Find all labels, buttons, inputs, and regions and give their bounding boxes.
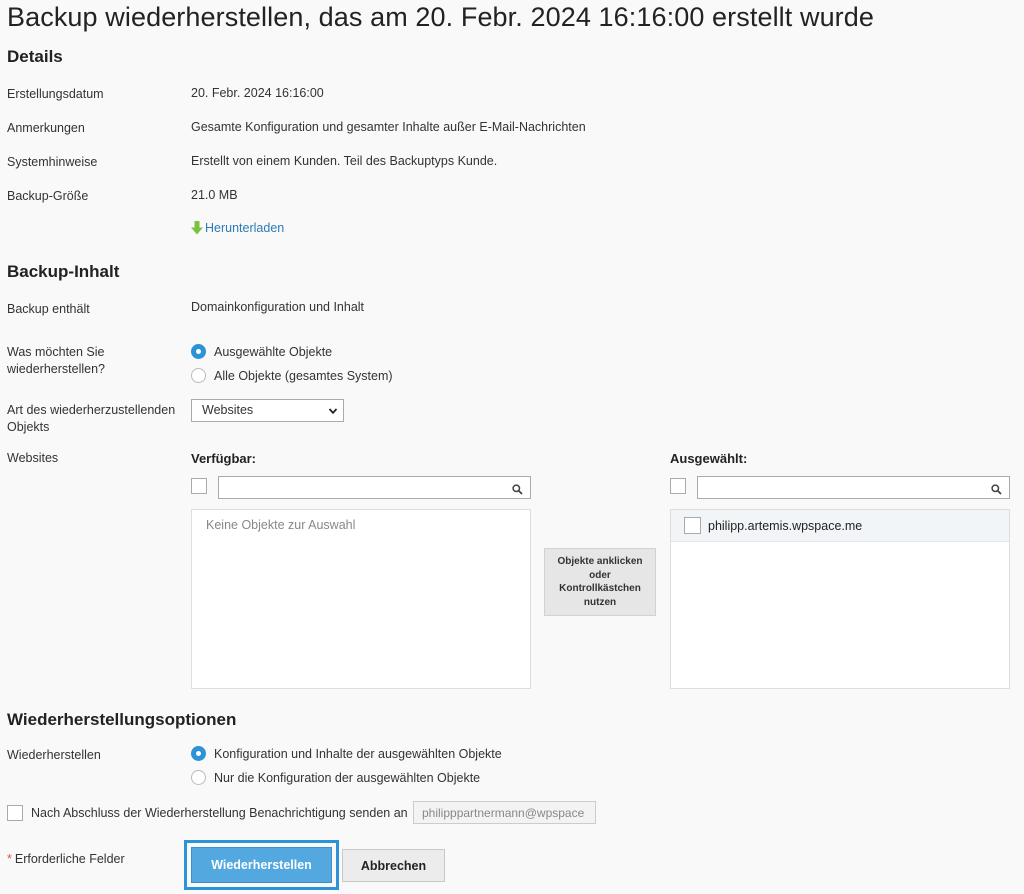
backup-size-value: 21.0 MB <box>191 188 238 202</box>
radio-button[interactable] <box>191 746 206 761</box>
notify-label: Nach Abschluss der Wiederherstellung Ben… <box>31 806 408 820</box>
available-empty-text: Keine Objekte zur Auswahl <box>206 518 356 532</box>
system-notes-value: Erstellt von einem Kunden. Teil des Back… <box>191 154 498 168</box>
item-label: philipp.artemis.wpspace.me <box>708 518 863 533</box>
cancel-button[interactable]: Abbrechen <box>342 849 445 882</box>
radio-button[interactable] <box>191 770 206 785</box>
restore-all-objects-radio[interactable]: Alle Objekte (gesamtes System) <box>191 368 393 383</box>
backup-content-heading: Backup-Inhalt <box>7 262 120 281</box>
backup-contains-label: Backup enthält <box>7 302 90 316</box>
notify-email-field[interactable]: philipppartnermann@wpspace <box>413 801 596 824</box>
object-type-value: Websites <box>202 403 254 417</box>
selected-search-input[interactable] <box>697 476 1010 499</box>
radio-label: Alle Objekte (gesamtes System) <box>214 368 393 383</box>
move-objects-button[interactable]: Objekte anklicken oder Kontrollkästchen … <box>544 548 656 616</box>
backup-contains-value: Domainkonfiguration und Inhalt <box>191 300 365 314</box>
radio-button[interactable] <box>191 368 206 383</box>
radio-label: Nur die Konfiguration der ausgewählten O… <box>214 770 481 785</box>
download-arrow-icon <box>191 221 203 235</box>
restore-label: Wiederherstellen <box>7 748 101 762</box>
download-link[interactable]: Herunterladen <box>191 221 284 235</box>
notes-label: Anmerkungen <box>7 121 85 135</box>
page-title: Backup wiederherstellen, das am 20. Febr… <box>7 2 875 32</box>
restore-config-and-content-radio[interactable]: Konfiguration und Inhalte der ausgewählt… <box>191 746 502 761</box>
available-list[interactable]: Keine Objekte zur Auswahl <box>191 509 531 689</box>
download-label: Herunterladen <box>205 221 285 235</box>
available-heading: Verfügbar: <box>191 451 257 466</box>
selected-select-all-checkbox[interactable] <box>670 478 686 494</box>
required-text: Erforderliche Felder <box>14 852 125 866</box>
restore-config-only-radio[interactable]: Nur die Konfiguration der ausgewählten O… <box>191 770 480 785</box>
selected-heading: Ausgewählt: <box>670 451 748 466</box>
notes-value: Gesamte Konfiguration und gesamter Inhal… <box>191 120 586 134</box>
restore-what-label: Was möchten Sie wiederherstellen? <box>7 345 105 376</box>
radio-button[interactable] <box>191 344 206 359</box>
restore-selected-objects-radio[interactable]: Ausgewählte Objekte <box>191 344 332 359</box>
available-select-all-checkbox[interactable] <box>191 478 207 494</box>
search-icon <box>991 482 1002 495</box>
creation-date-value: 20. Febr. 2024 16:16:00 <box>191 86 324 100</box>
system-notes-label: Systemhinweise <box>7 155 98 169</box>
object-type-select[interactable]: Websites <box>191 399 344 422</box>
backup-size-label: Backup-Größe <box>7 189 89 203</box>
websites-label: Websites <box>7 451 59 465</box>
available-search-input[interactable] <box>218 476 531 499</box>
required-star: * <box>7 852 12 866</box>
details-heading: Details <box>7 47 63 66</box>
search-icon <box>512 482 523 495</box>
radio-label: Ausgewählte Objekte <box>214 344 333 359</box>
item-checkbox[interactable] <box>684 517 701 534</box>
radio-label: Konfiguration und Inhalte der ausgewählt… <box>214 746 502 761</box>
restore-button[interactable]: Wiederherstellen <box>191 847 332 883</box>
required-fields-note: * Erforderliche Felder <box>7 852 125 866</box>
chevron-down-icon <box>328 405 338 415</box>
notify-checkbox[interactable] <box>7 805 23 821</box>
creation-date-label: Erstellungsdatum <box>7 87 104 101</box>
restore-options-heading: Wiederherstellungsoptionen <box>7 710 237 729</box>
object-type-label: Art des wiederherzustellenden Objekts <box>7 403 176 434</box>
list-item[interactable]: philipp.artemis.wpspace.me <box>671 510 1009 542</box>
